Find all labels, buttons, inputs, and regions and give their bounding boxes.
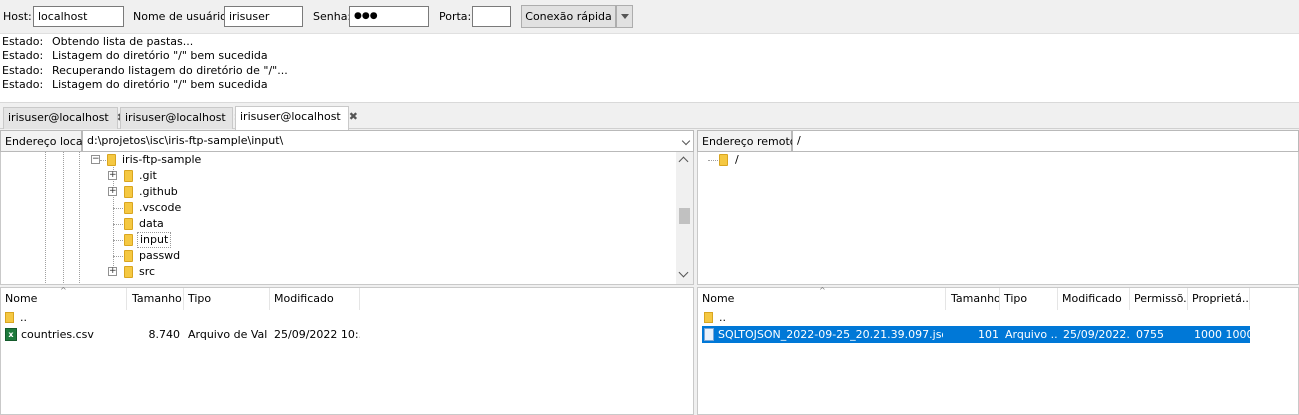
log-row: Estado: Listagem do diretório "/" bem suc…	[2, 78, 268, 91]
list-item[interactable]: ..	[1, 310, 693, 326]
local-directory-tree[interactable]: − iris-ftp-sample + .git + .github .vsco…	[0, 152, 694, 285]
tab-bar: irisuser@localhost✖ irisuser@localhost✖ …	[0, 104, 1299, 130]
tree-connector	[708, 160, 718, 161]
local-tree-scrollbar[interactable]	[676, 152, 693, 284]
expand-icon[interactable]: +	[108, 187, 117, 196]
host-label: Host:	[3, 10, 32, 23]
folder-icon	[124, 266, 133, 278]
username-label: Nome de usuário:	[133, 10, 231, 23]
tree-item-github[interactable]: + .github	[1, 184, 677, 200]
folder-icon	[124, 202, 133, 214]
tab-connection-2[interactable]: irisuser@localhost✖	[120, 107, 243, 129]
folder-icon	[124, 186, 133, 198]
local-file-list[interactable]: Nome ^ Tamanho Tipo Modificado .. x coun…	[0, 287, 694, 415]
remote-address-value: /	[797, 134, 801, 147]
tree-item-root[interactable]: /	[698, 152, 1298, 168]
column-header-permissions[interactable]: Permissõ...	[1130, 288, 1188, 310]
tree-item-passwd[interactable]: passwd	[1, 248, 677, 264]
port-input[interactable]	[472, 6, 511, 27]
folder-icon	[124, 218, 133, 230]
tree-item-vscode[interactable]: .vscode	[1, 200, 677, 216]
local-address-label: Endereço local:	[0, 130, 89, 152]
tree-connector	[113, 224, 123, 225]
folder-icon	[124, 250, 133, 262]
list-item[interactable]: ..	[698, 310, 1298, 326]
local-address-input[interactable]: d:\projetos\isc\iris-ftp-sample\input\	[82, 130, 694, 152]
tree-connector	[113, 208, 123, 209]
tree-connector	[113, 256, 123, 257]
folder-icon	[107, 154, 116, 166]
close-icon[interactable]: ✖	[349, 107, 358, 127]
tree-connector	[113, 240, 123, 241]
folder-icon	[5, 312, 14, 323]
file-icon	[704, 328, 714, 341]
column-header-owner[interactable]: Proprietá...	[1188, 288, 1250, 310]
host-input[interactable]: localhost	[33, 6, 124, 27]
quickconnect-bar: Host: localhost Nome de usuário: irisuse…	[0, 0, 1299, 34]
column-header-modified[interactable]: Modificado	[1058, 288, 1130, 310]
sort-ascending-icon: ^	[60, 286, 67, 295]
password-input[interactable]: ●●●	[349, 6, 429, 27]
spreadsheet-icon: x	[5, 328, 17, 341]
remote-address-label: Endereço remoto:	[697, 130, 800, 152]
chevron-down-icon[interactable]	[681, 136, 691, 146]
scroll-down-icon[interactable]	[678, 267, 689, 278]
column-header-modified[interactable]: Modificado	[270, 288, 360, 310]
tree-item-data[interactable]: data	[1, 216, 677, 232]
expand-icon[interactable]: +	[108, 267, 117, 276]
tab-connection-3[interactable]: irisuser@localhost ✖	[235, 106, 358, 130]
column-header-size[interactable]: Tamanho	[128, 288, 184, 310]
folder-icon	[704, 312, 713, 323]
remote-address-input[interactable]: /	[792, 130, 1299, 152]
username-input[interactable]: irisuser	[224, 6, 303, 27]
scrollbar-thumb[interactable]	[679, 208, 690, 224]
quickconnect-dropdown-button[interactable]	[616, 5, 633, 28]
remote-directory-tree[interactable]: /	[697, 152, 1299, 285]
quickconnect-button[interactable]: Conexão rápida	[521, 5, 616, 28]
list-item[interactable]: x countries.csv 8.740 Arquivo de Val... …	[1, 327, 693, 343]
expand-icon[interactable]: +	[108, 171, 117, 180]
column-header-type[interactable]: Tipo	[184, 288, 270, 310]
tree-item-src[interactable]: + src	[1, 264, 677, 280]
folder-icon	[124, 234, 133, 246]
tree-item-iris-ftp-sample[interactable]: − iris-ftp-sample	[1, 152, 677, 168]
tree-item-git[interactable]: + .git	[1, 168, 677, 184]
column-header-size[interactable]: Tamanho	[947, 288, 1000, 310]
remote-file-list[interactable]: Nome ^ Tamanho Tipo Modificado Permissõ.…	[697, 287, 1299, 415]
column-header-type[interactable]: Tipo	[1000, 288, 1058, 310]
port-label: Porta:	[439, 10, 472, 23]
scroll-up-icon[interactable]	[678, 156, 689, 167]
log-row: Estado: Obtendo lista de pastas...	[2, 35, 194, 48]
password-label: Senha:	[313, 10, 352, 23]
folder-icon	[719, 154, 728, 166]
log-row: Estado: Listagem do diretório "/" bem suc…	[2, 49, 268, 62]
message-log: Estado: Obtendo lista de pastas... Estado…	[0, 34, 1299, 103]
folder-icon	[124, 170, 133, 182]
collapse-icon[interactable]: −	[91, 155, 100, 164]
list-item-selected[interactable]: SQLTOJSON_2022-09-25_20.21.39.097.json 1…	[702, 326, 1250, 343]
tree-item-input[interactable]: input	[1, 232, 677, 248]
sort-ascending-icon: ^	[819, 286, 826, 295]
tab-connection-1[interactable]: irisuser@localhost✖	[3, 107, 126, 129]
log-row: Estado: Recuperando listagem do diretório…	[2, 64, 288, 77]
local-address-value: d:\projetos\isc\iris-ftp-sample\input\	[87, 134, 284, 147]
